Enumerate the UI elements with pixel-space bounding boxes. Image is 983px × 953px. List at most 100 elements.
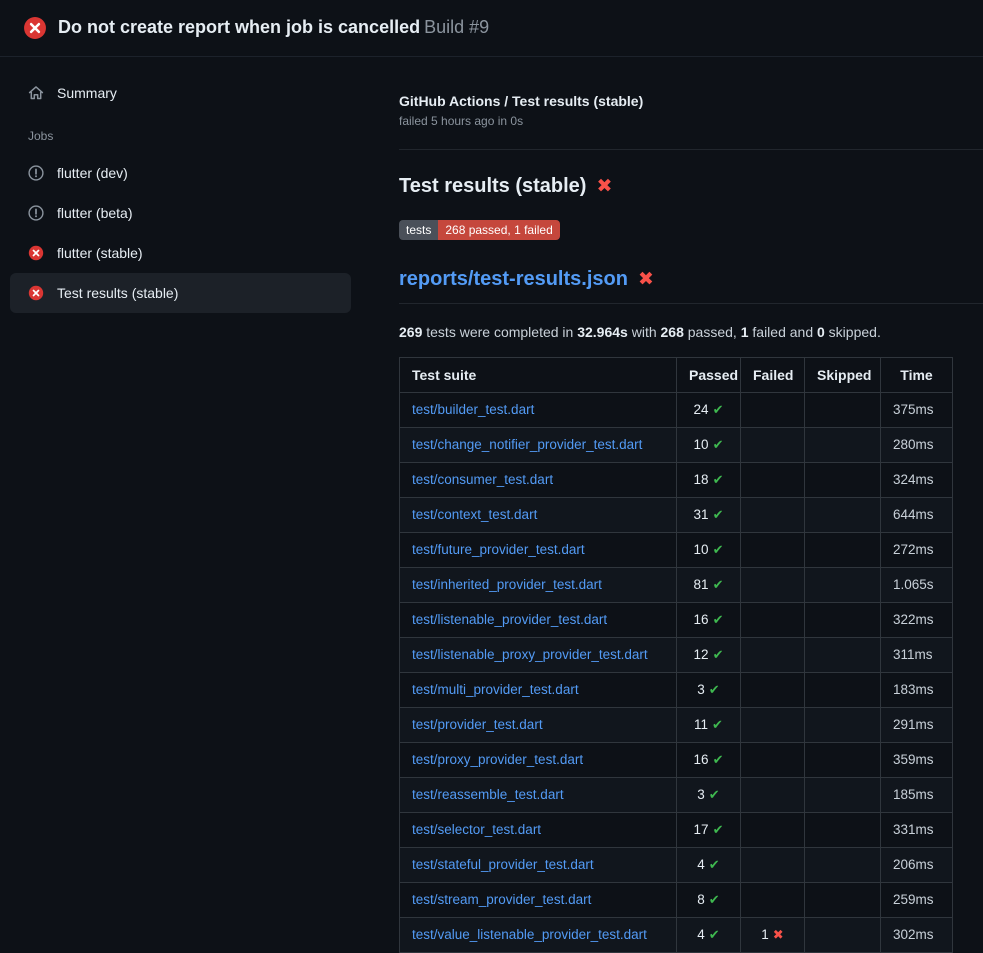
check-icon: ✔ bbox=[713, 507, 724, 522]
neutral-circle-icon bbox=[28, 205, 44, 221]
suite-cell: test/inherited_provider_test.dart bbox=[400, 568, 677, 603]
failed-cell: 1✖ bbox=[741, 918, 805, 953]
suite-link[interactable]: test/builder_test.dart bbox=[412, 402, 534, 417]
summary-line: 269 tests were completed in 32.964s with… bbox=[399, 324, 983, 340]
skipped-cell bbox=[805, 883, 881, 918]
suite-link[interactable]: test/reassemble_test.dart bbox=[412, 787, 564, 802]
failed-cell bbox=[741, 848, 805, 883]
time-cell: 324ms bbox=[881, 463, 953, 498]
run-failed-icon bbox=[23, 16, 47, 40]
time-cell: 259ms bbox=[881, 883, 953, 918]
sidebar-item-summary[interactable]: Summary bbox=[10, 73, 351, 113]
time-cell: 1.065s bbox=[881, 568, 953, 603]
table-row: test/listenable_proxy_provider_test.dart… bbox=[400, 638, 953, 673]
table-row: test/proxy_provider_test.dart16✔359ms bbox=[400, 743, 953, 778]
suite-link[interactable]: test/listenable_proxy_provider_test.dart bbox=[412, 647, 648, 662]
suite-link[interactable]: test/inherited_provider_test.dart bbox=[412, 577, 602, 592]
suite-cell: test/selector_test.dart bbox=[400, 813, 677, 848]
failed-circle-icon bbox=[28, 285, 44, 301]
suite-link[interactable]: test/change_notifier_provider_test.dart bbox=[412, 437, 642, 452]
skipped-cell bbox=[805, 743, 881, 778]
check-icon: ✔ bbox=[709, 787, 720, 802]
sidebar-item-flutter-stable[interactable]: flutter (stable) bbox=[10, 233, 351, 273]
report-heading: reports/test-results.json ✖ bbox=[399, 268, 983, 304]
summary-label: Summary bbox=[57, 85, 117, 101]
job-label: flutter (stable) bbox=[57, 245, 143, 261]
table-row: test/reassemble_test.dart3✔185ms bbox=[400, 778, 953, 813]
table-row: test/stateful_provider_test.dart4✔206ms bbox=[400, 848, 953, 883]
time-cell: 359ms bbox=[881, 743, 953, 778]
check-icon: ✔ bbox=[713, 647, 724, 662]
sidebar-item-test-results-stable[interactable]: Test results (stable) bbox=[10, 273, 351, 313]
suite-link[interactable]: test/stream_provider_test.dart bbox=[412, 892, 591, 907]
suite-link[interactable]: test/context_test.dart bbox=[412, 507, 537, 522]
badge-value: 268 passed, 1 failed bbox=[438, 220, 559, 240]
sidebar-item-flutter-beta[interactable]: flutter (beta) bbox=[10, 193, 351, 233]
skipped-cell bbox=[805, 393, 881, 428]
failed-cell bbox=[741, 498, 805, 533]
suite-link[interactable]: test/provider_test.dart bbox=[412, 717, 543, 732]
passed-cell: 3✔ bbox=[677, 778, 741, 813]
run-meta: failed 5 hours ago in 0s bbox=[399, 114, 983, 128]
suite-cell: test/stream_provider_test.dart bbox=[400, 883, 677, 918]
suite-link[interactable]: test/listenable_provider_test.dart bbox=[412, 612, 607, 627]
check-icon: ✔ bbox=[713, 437, 724, 452]
check-icon: ✔ bbox=[713, 822, 724, 837]
passed-cell: 3✔ bbox=[677, 673, 741, 708]
sidebar-item-flutter-dev[interactable]: flutter (dev) bbox=[10, 153, 351, 193]
passed-count: 3 bbox=[697, 787, 705, 802]
suite-cell: test/listenable_proxy_provider_test.dart bbox=[400, 638, 677, 673]
suite-cell: test/builder_test.dart bbox=[400, 393, 677, 428]
table-row: test/provider_test.dart 11✔ 291ms bbox=[400, 708, 953, 743]
time-cell: 272ms bbox=[881, 533, 953, 568]
check-icon: ✔ bbox=[709, 682, 720, 697]
suite-link[interactable]: test/stateful_provider_test.dart bbox=[412, 857, 594, 872]
suite-link[interactable]: test/consumer_test.dart bbox=[412, 472, 553, 487]
failed-count: 1 bbox=[761, 927, 769, 942]
passed-cell: 16✔ bbox=[677, 603, 741, 638]
passed-cell: 11✔ bbox=[677, 708, 741, 743]
badge-label: tests bbox=[399, 220, 438, 240]
failed-cell bbox=[741, 813, 805, 848]
suite-cell: test/listenable_provider_test.dart bbox=[400, 603, 677, 638]
tests-badge: tests 268 passed, 1 failed bbox=[399, 220, 560, 240]
passed-count: 4 bbox=[697, 927, 705, 942]
job-label: Test results (stable) bbox=[57, 285, 178, 301]
time-cell: 291ms bbox=[881, 708, 953, 743]
table-row: test/stream_provider_test.dart8✔259ms bbox=[400, 883, 953, 918]
suite-cell: test/consumer_test.dart bbox=[400, 463, 677, 498]
suite-link[interactable]: test/multi_provider_test.dart bbox=[412, 682, 579, 697]
check-icon: ✔ bbox=[709, 927, 720, 942]
jobs-heading: Jobs bbox=[28, 129, 351, 143]
check-icon: ✔ bbox=[713, 402, 724, 417]
suite-link[interactable]: test/value_listenable_provider_test.dart bbox=[412, 927, 647, 942]
passed-cell: 81✔ bbox=[677, 568, 741, 603]
suite-cell: test/proxy_provider_test.dart bbox=[400, 743, 677, 778]
col-time: Time bbox=[881, 358, 953, 393]
check-icon: ✔ bbox=[713, 542, 724, 557]
table-row: test/inherited_provider_test.dart 81✔ 1.06… bbox=[400, 568, 953, 603]
passed-count: 8 bbox=[697, 892, 705, 907]
passed-count: 3 bbox=[697, 682, 705, 697]
table-row: test/selector_test.dart17✔331ms bbox=[400, 813, 953, 848]
passed-cell: 18✔ bbox=[677, 463, 741, 498]
passed-count: 16 bbox=[694, 612, 709, 627]
skipped-cell bbox=[805, 673, 881, 708]
suite-cell: test/context_test.dart bbox=[400, 498, 677, 533]
time-cell: 375ms bbox=[881, 393, 953, 428]
summary-bold: 32.964s bbox=[577, 324, 628, 340]
suite-link[interactable]: test/proxy_provider_test.dart bbox=[412, 752, 583, 767]
summary-text: failed and bbox=[749, 324, 818, 340]
table-row: test/consumer_test.dart 18✔ 324ms bbox=[400, 463, 953, 498]
suite-link[interactable]: test/future_provider_test.dart bbox=[412, 542, 585, 557]
col-passed: Passed bbox=[677, 358, 741, 393]
suite-link[interactable]: test/selector_test.dart bbox=[412, 822, 541, 837]
passed-count: 18 bbox=[694, 472, 709, 487]
time-cell: 302ms bbox=[881, 918, 953, 953]
run-title: Do not create report when job is cancell… bbox=[58, 17, 420, 37]
report-link[interactable]: reports/test-results.json bbox=[399, 268, 628, 291]
skipped-cell bbox=[805, 498, 881, 533]
passed-cell: 31✔ bbox=[677, 498, 741, 533]
section-title-text: Test results (stable) bbox=[399, 175, 586, 198]
suite-cell: test/multi_provider_test.dart bbox=[400, 673, 677, 708]
